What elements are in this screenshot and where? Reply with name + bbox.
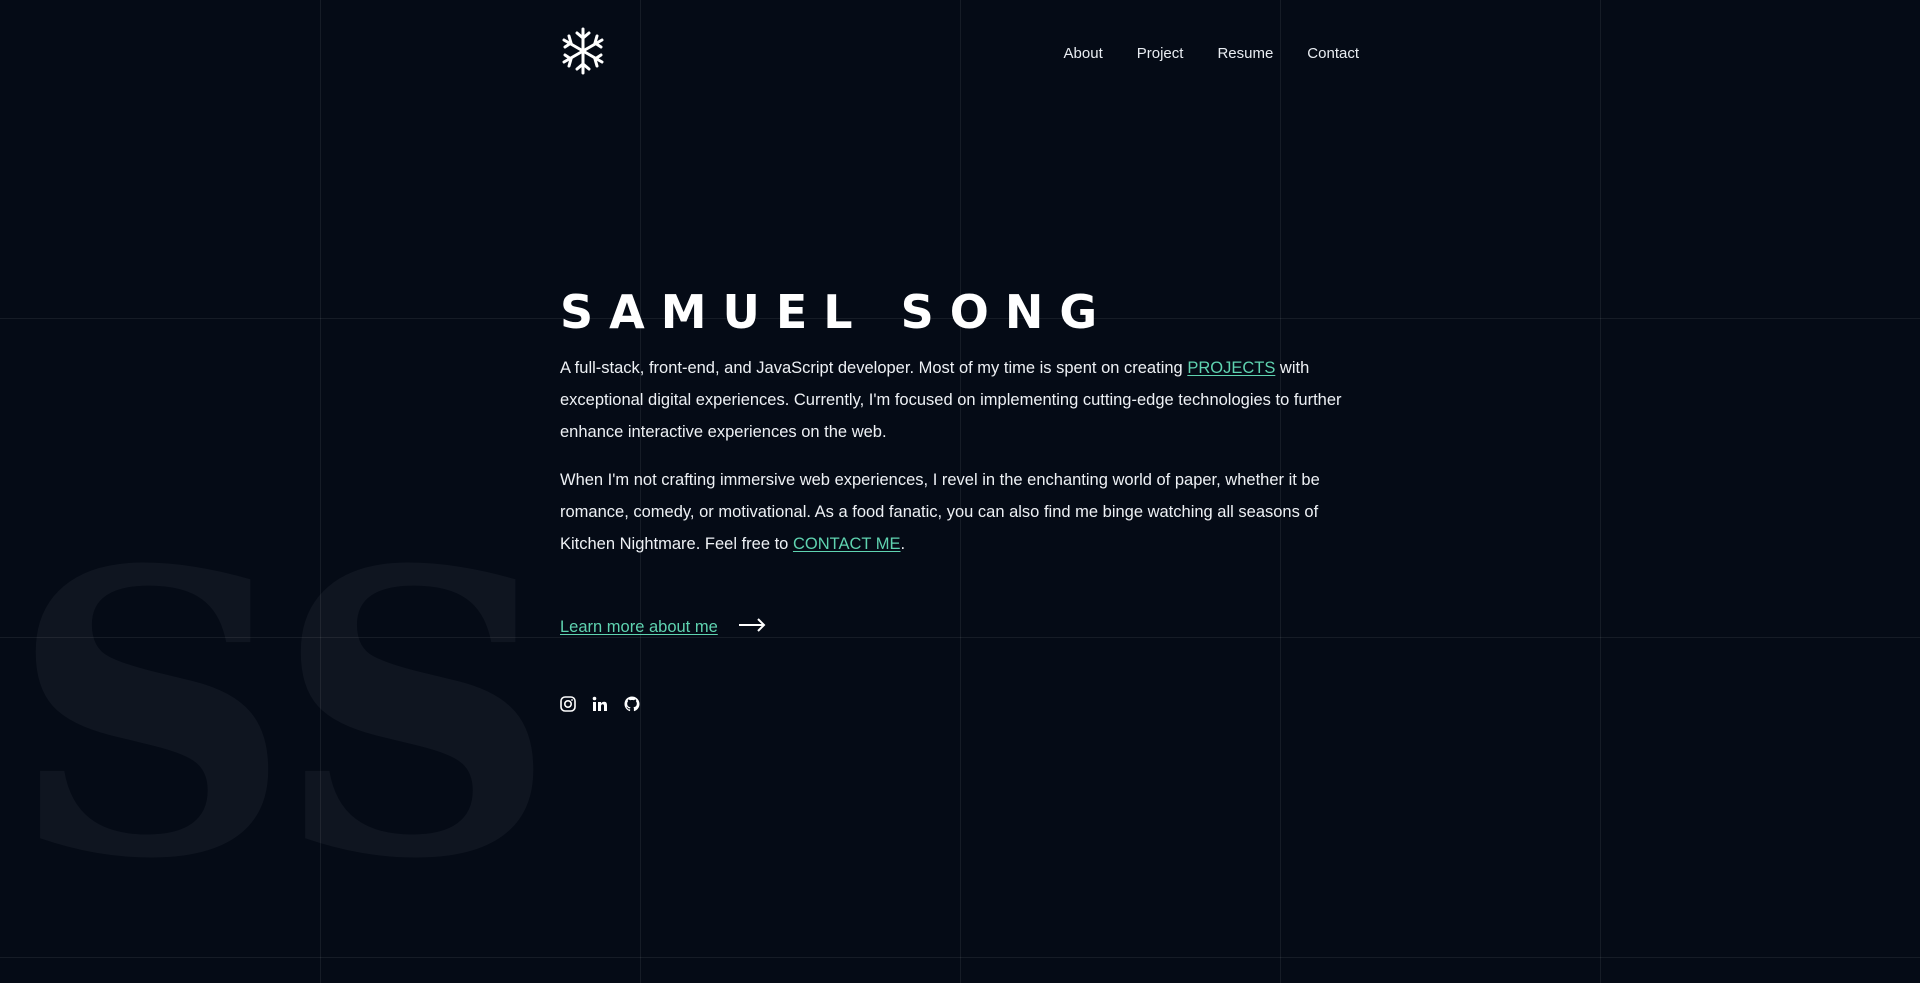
contact-me-link[interactable]: CONTACT ME	[793, 535, 901, 553]
hobby-paragraph: When I'm not crafting immersive web expe…	[560, 464, 1360, 560]
intro-text: A full-stack, front-end, and JavaScript …	[560, 359, 1188, 377]
hero-section: SAMUEL SONG A full-stack, front-end, and…	[560, 284, 1360, 560]
arrow-right-icon	[738, 618, 766, 637]
projects-link[interactable]: PROJECTS	[1187, 359, 1275, 377]
top-nav: About Project Resume Contact	[1064, 44, 1359, 64]
background-monogram: SS	[10, 520, 557, 910]
nav-item-contact[interactable]: Contact	[1307, 44, 1359, 64]
grid-line	[0, 957, 1920, 958]
hobby-text: .	[900, 535, 906, 553]
nav-item-about[interactable]: About	[1064, 44, 1103, 64]
social-links	[560, 696, 640, 712]
nav-item-resume[interactable]: Resume	[1217, 44, 1273, 64]
hero-name: SAMUEL SONG	[560, 285, 1114, 339]
github-icon[interactable]	[624, 696, 640, 712]
grid-line	[1600, 0, 1601, 983]
linkedin-icon[interactable]	[592, 696, 608, 712]
instagram-icon[interactable]	[560, 696, 576, 712]
learn-more-button[interactable]: Learn more about me	[560, 618, 766, 637]
snowflake-logo-icon[interactable]	[560, 26, 606, 76]
intro-paragraph: A full-stack, front-end, and JavaScript …	[560, 352, 1360, 448]
learn-more-link[interactable]: Learn more about me	[560, 618, 718, 637]
hobby-text: When I'm not crafting immersive web expe…	[560, 471, 1320, 553]
nav-item-project[interactable]: Project	[1137, 44, 1184, 64]
